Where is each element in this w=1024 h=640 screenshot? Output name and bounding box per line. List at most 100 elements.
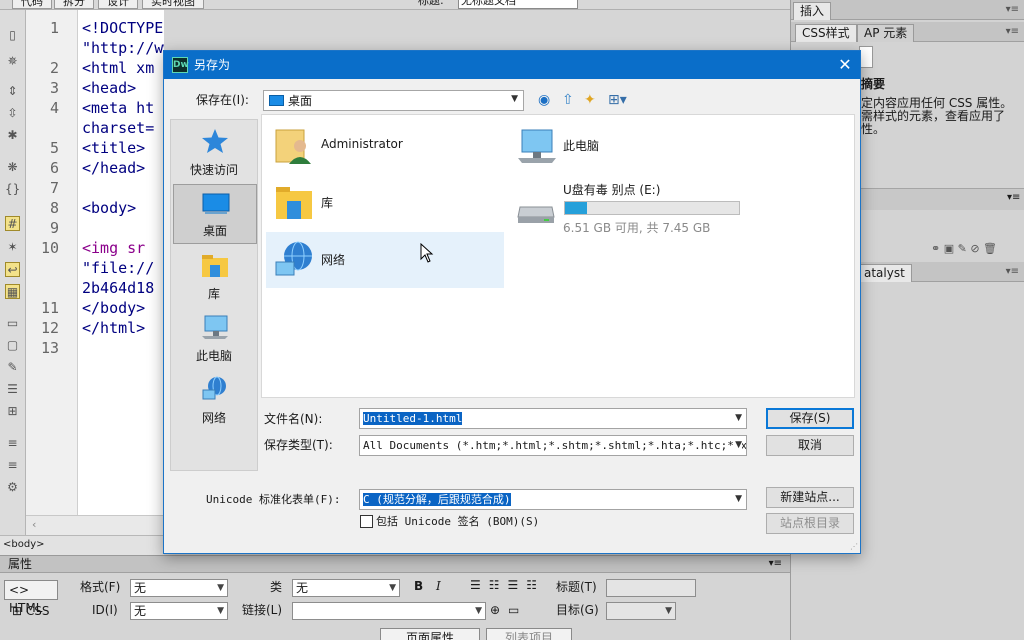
- format-source-icon[interactable]: ⚙: [5, 480, 20, 495]
- italic-button[interactable]: I: [436, 579, 441, 593]
- insert-panel-header: 插入 ▾≡: [791, 0, 1024, 20]
- file-item-this-pc[interactable]: 此电脑: [508, 118, 746, 174]
- properties-subheader: ▾≡: [861, 188, 1024, 210]
- browse-folder-icon[interactable]: ▭: [508, 603, 519, 617]
- wrap-tag-icon[interactable]: ✎: [5, 360, 20, 375]
- site-root-button[interactable]: 站点根目录: [766, 513, 854, 534]
- class-select[interactable]: 无 ▼: [292, 579, 400, 597]
- point-to-file-icon[interactable]: ⊕: [490, 603, 500, 617]
- file-name: U盘有毒 别点 (E:): [563, 183, 661, 197]
- catalyst-tab[interactable]: atalyst: [857, 264, 912, 282]
- panel-menu-icon[interactable]: ▾≡: [1007, 192, 1020, 203]
- syntax-error-icon[interactable]: ✶: [5, 240, 20, 255]
- view-menu-icon[interactable]: ⊞▾: [608, 92, 627, 108]
- format-select[interactable]: 无 ▼: [130, 579, 228, 597]
- filetype-select[interactable]: All Documents (*.htm;*.html;*.shtm;*.sht…: [359, 435, 747, 456]
- code-horizontal-scrollbar[interactable]: ‹: [26, 515, 164, 535]
- save-in-select[interactable]: 桌面 ▼: [263, 90, 524, 111]
- panel-menu-icon[interactable]: ▾≡: [769, 556, 782, 572]
- mouse-cursor-icon: [420, 243, 434, 263]
- chevron-down-icon[interactable]: ▼: [735, 409, 742, 428]
- css-mode-label: CSS: [25, 604, 50, 618]
- place-desktop[interactable]: 桌面: [173, 184, 257, 244]
- new-site-button[interactable]: 新建站点...: [766, 487, 854, 508]
- panel-menu-icon[interactable]: ▾≡: [1006, 26, 1019, 37]
- doc-title-input[interactable]: 无标题文档: [458, 0, 578, 9]
- live-view-button[interactable]: 实时视图: [142, 0, 204, 9]
- filename-input[interactable]: Untitled-1.html ▼: [359, 408, 747, 429]
- dialog-titlebar[interactable]: Dw 另存为 ✕: [164, 51, 860, 79]
- back-icon[interactable]: ◉: [538, 92, 550, 108]
- place-this-pc[interactable]: 此电脑: [173, 308, 257, 368]
- indent-code-icon[interactable]: ≡: [5, 436, 20, 451]
- resize-grip-icon[interactable]: ⋰: [850, 542, 858, 551]
- css-panel-buttons[interactable]: ⚭ ▣ ✎ ⊘ 🗑: [931, 242, 997, 255]
- css-mode-button[interactable]: [859, 46, 873, 68]
- save-button[interactable]: 保存(S): [766, 408, 854, 429]
- id-select[interactable]: 无 ▼: [130, 602, 228, 620]
- chevron-down-icon[interactable]: ▼: [735, 490, 742, 509]
- code-view-button[interactable]: 代码: [12, 0, 52, 9]
- select-parent-tag-icon[interactable]: ✱: [5, 128, 20, 143]
- user-folder-icon: [275, 129, 311, 164]
- chevron-down-icon: ▼: [511, 94, 518, 104]
- panel-menu-icon[interactable]: ▾≡: [1006, 266, 1019, 277]
- up-folder-icon[interactable]: ⇧: [562, 92, 574, 108]
- html-mode-button[interactable]: <> HTML: [4, 580, 58, 615]
- body-tag-selector[interactable]: <body>: [3, 539, 45, 550]
- line-number-gutter: 1 2 3 4 5 6 7 8 9 10 11 12 13: [26, 10, 78, 515]
- target-select[interactable]: ▼: [606, 602, 676, 620]
- format-label: 格式(F): [80, 580, 121, 594]
- file-item-network[interactable]: 网络: [266, 232, 504, 288]
- bold-button[interactable]: B: [414, 579, 423, 593]
- balance-braces-icon[interactable]: ❋: [5, 160, 20, 175]
- scroll-left-icon[interactable]: ‹: [32, 518, 36, 531]
- list-buttons[interactable]: ☰☷☰☷: [470, 578, 545, 592]
- expand-all-icon[interactable]: ⇳: [5, 106, 20, 121]
- line-number: 4: [49, 99, 59, 117]
- cancel-button[interactable]: 取消: [766, 435, 854, 456]
- close-icon[interactable]: ✕: [830, 51, 860, 79]
- collapse-tag-icon[interactable]: ✵: [5, 54, 20, 69]
- split-view-button[interactable]: 拆分: [54, 0, 94, 9]
- panel-menu-icon[interactable]: ▾≡: [1006, 4, 1019, 15]
- list-item-button[interactable]: 列表项目: [486, 628, 572, 640]
- line-numbers-icon[interactable]: {}: [5, 182, 20, 197]
- design-view-button[interactable]: 设计: [98, 0, 138, 9]
- open-documents-icon[interactable]: ▯: [5, 28, 20, 43]
- page-properties-button[interactable]: 页面属性: [380, 628, 480, 640]
- css-styles-tab[interactable]: CSS样式: [795, 24, 857, 42]
- coding-toolbar: ▯ ✵ ⇕ ⇳ ✱ ❋ {} # ✶ ↩ ▦ ▭ ▢ ✎ ☰ ⊞ ≡ ≡ ⚙: [0, 10, 26, 555]
- info-bar-icon[interactable]: ▦: [5, 284, 20, 299]
- title-input[interactable]: [606, 579, 696, 597]
- ap-elements-tab[interactable]: AP 元素: [857, 24, 915, 42]
- place-library[interactable]: 库: [173, 246, 257, 306]
- bom-checkbox[interactable]: [360, 515, 373, 528]
- remove-comment-icon[interactable]: ▢: [5, 338, 20, 353]
- word-wrap-icon[interactable]: ↩: [5, 262, 20, 277]
- drive-icon: [517, 206, 555, 223]
- place-quick-access[interactable]: 快速访问: [173, 122, 257, 182]
- desktop-icon: [202, 193, 230, 214]
- file-item-library[interactable]: 库: [266, 175, 504, 231]
- highlight-invalid-code-icon[interactable]: #: [5, 216, 20, 231]
- link-input[interactable]: ▼: [292, 602, 486, 620]
- move-css-icon[interactable]: ⊞: [5, 404, 20, 419]
- unicode-form-select[interactable]: C (规范分解，后跟规范合成) ▼: [359, 489, 747, 510]
- save-in-value: 桌面: [288, 94, 313, 108]
- dreamweaver-logo-icon: Dw: [172, 57, 189, 73]
- css-mode-button[interactable]: ⊞ CSS: [12, 603, 50, 619]
- computer-icon: [518, 129, 556, 163]
- collapse-selection-icon[interactable]: ⇕: [5, 84, 20, 99]
- place-label: 库: [207, 287, 220, 301]
- recent-snippets-icon[interactable]: ☰: [5, 382, 20, 397]
- outdent-code-icon[interactable]: ≡: [5, 458, 20, 473]
- file-list[interactable]: Administrator 此电脑 库 U盘有毒 别点 (E:) 6.51 GB…: [261, 114, 855, 398]
- apply-comment-icon[interactable]: ▭: [5, 316, 20, 331]
- chevron-down-icon[interactable]: ▼: [735, 436, 742, 455]
- code-editor[interactable]: <!DOCTYPE html PUBLIC "-//W3C//DTD XHTML…: [78, 10, 164, 515]
- place-network[interactable]: 网络: [173, 370, 257, 430]
- file-item-administrator[interactable]: Administrator: [266, 118, 504, 174]
- insert-panel-tab[interactable]: 插入: [793, 2, 832, 20]
- new-folder-icon[interactable]: ✦: [584, 92, 596, 108]
